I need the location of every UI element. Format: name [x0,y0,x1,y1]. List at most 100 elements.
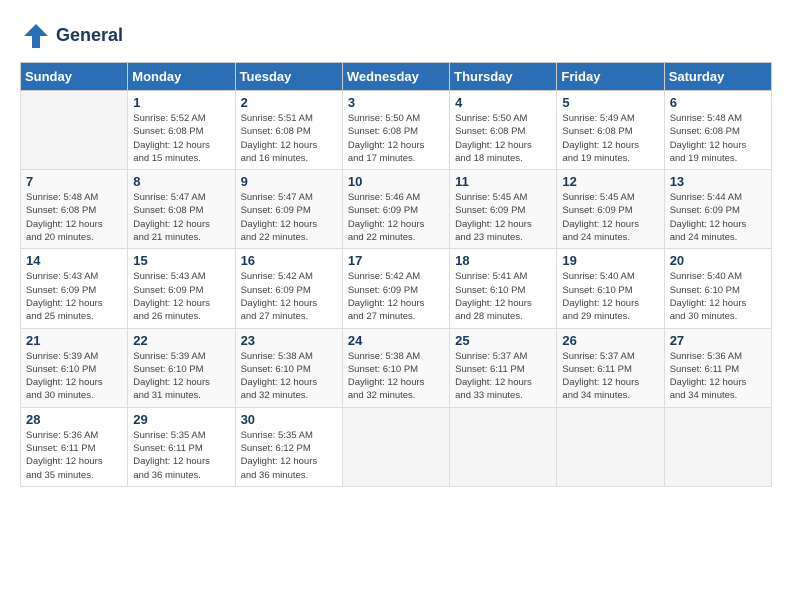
day-info: Sunrise: 5:39 AM Sunset: 6:10 PM Dayligh… [133,350,229,403]
calendar-cell: 24 Sunrise: 5:38 AM Sunset: 6:10 PM Dayli… [342,328,449,407]
day-number: 23 [241,333,337,348]
day-of-week-header: Wednesday [342,63,449,91]
day-info: Sunrise: 5:47 AM Sunset: 6:09 PM Dayligh… [241,191,337,244]
calendar-week-row: 7 Sunrise: 5:48 AM Sunset: 6:08 PM Daylig… [21,170,772,249]
calendar-header: SundayMondayTuesdayWednesdayThursdayFrid… [21,63,772,91]
calendar-cell: 4Sunrise: 5:50 AM Sunset: 6:08 PM Daylig… [450,91,557,170]
logo-icon [20,20,52,52]
calendar-cell: 1 Sunrise: 5:52 AM Sunset: 6:08 PM Daylig… [128,91,235,170]
calendar-cell: 11 Sunrise: 5:45 AM Sunset: 6:09 PM Dayli… [450,170,557,249]
calendar-cell: 3 Sunrise: 5:50 AM Sunset: 6:08 PM Daylig… [342,91,449,170]
day-number: 5 [562,95,658,110]
day-of-week-header: Tuesday [235,63,342,91]
day-info: Sunrise: 5:51 AM Sunset: 6:08 PM Dayligh… [241,112,337,165]
day-number: 25 [455,333,551,348]
calendar-cell [450,407,557,486]
day-info: Sunrise: 5:47 AM Sunset: 6:08 PM Dayligh… [133,191,229,244]
calendar-week-row: 1 Sunrise: 5:52 AM Sunset: 6:08 PM Daylig… [21,91,772,170]
day-number: 2 [241,95,337,110]
day-info: Sunrise: 5:43 AM Sunset: 6:09 PM Dayligh… [133,270,229,323]
day-info: Sunrise: 5:43 AM Sunset: 6:09 PM Dayligh… [26,270,122,323]
day-info: Sunrise: 5:52 AM Sunset: 6:08 PM Dayligh… [133,112,229,165]
logo: General [20,20,123,52]
page-header: General [20,20,772,52]
day-number: 4 [455,95,551,110]
day-info: Sunrise: 5:49 AM Sunset: 6:08 PM Dayligh… [562,112,658,165]
day-of-week-header: Monday [128,63,235,91]
calendar-cell: 16 Sunrise: 5:42 AM Sunset: 6:09 PM Dayli… [235,249,342,328]
day-info: Sunrise: 5:37 AM Sunset: 6:11 PM Dayligh… [562,350,658,403]
calendar-table: SundayMondayTuesdayWednesdayThursdayFrid… [20,62,772,487]
day-info: Sunrise: 5:36 AM Sunset: 6:11 PM Dayligh… [670,350,766,403]
day-info: Sunrise: 5:46 AM Sunset: 6:09 PM Dayligh… [348,191,444,244]
day-number: 24 [348,333,444,348]
day-number: 14 [26,253,122,268]
day-info: Sunrise: 5:50 AM Sunset: 6:08 PM Dayligh… [348,112,444,165]
calendar-cell: 12 Sunrise: 5:45 AM Sunset: 6:09 PM Dayli… [557,170,664,249]
day-number: 11 [455,174,551,189]
calendar-week-row: 21 Sunrise: 5:39 AM Sunset: 6:10 PM Dayli… [21,328,772,407]
day-number: 17 [348,253,444,268]
day-info: Sunrise: 5:40 AM Sunset: 6:10 PM Dayligh… [562,270,658,323]
day-number: 21 [26,333,122,348]
calendar-cell: 20 Sunrise: 5:40 AM Sunset: 6:10 PM Dayli… [664,249,771,328]
calendar-cell: 26 Sunrise: 5:37 AM Sunset: 6:11 PM Dayli… [557,328,664,407]
day-number: 15 [133,253,229,268]
calendar-body: 1 Sunrise: 5:52 AM Sunset: 6:08 PM Daylig… [21,91,772,487]
day-number: 19 [562,253,658,268]
calendar-cell: 30 Sunrise: 5:35 AM Sunset: 6:12 PM Dayli… [235,407,342,486]
day-number: 28 [26,412,122,427]
calendar-cell: 15 Sunrise: 5:43 AM Sunset: 6:09 PM Dayli… [128,249,235,328]
day-info: Sunrise: 5:38 AM Sunset: 6:10 PM Dayligh… [241,350,337,403]
calendar-cell: 6Sunrise: 5:48 AM Sunset: 6:08 PM Daylig… [664,91,771,170]
day-number: 27 [670,333,766,348]
calendar-cell: 2 Sunrise: 5:51 AM Sunset: 6:08 PM Daylig… [235,91,342,170]
calendar-cell [21,91,128,170]
day-number: 7 [26,174,122,189]
day-info: Sunrise: 5:45 AM Sunset: 6:09 PM Dayligh… [562,191,658,244]
calendar-cell: 23 Sunrise: 5:38 AM Sunset: 6:10 PM Dayli… [235,328,342,407]
day-number: 12 [562,174,658,189]
day-of-week-header: Sunday [21,63,128,91]
day-info: Sunrise: 5:36 AM Sunset: 6:11 PM Dayligh… [26,429,122,482]
day-number: 3 [348,95,444,110]
calendar-week-row: 28 Sunrise: 5:36 AM Sunset: 6:11 PM Dayli… [21,407,772,486]
day-number: 18 [455,253,551,268]
day-number: 16 [241,253,337,268]
day-info: Sunrise: 5:40 AM Sunset: 6:10 PM Dayligh… [670,270,766,323]
calendar-cell: 17 Sunrise: 5:42 AM Sunset: 6:09 PM Dayli… [342,249,449,328]
day-number: 1 [133,95,229,110]
day-info: Sunrise: 5:41 AM Sunset: 6:10 PM Dayligh… [455,270,551,323]
day-number: 10 [348,174,444,189]
day-info: Sunrise: 5:37 AM Sunset: 6:11 PM Dayligh… [455,350,551,403]
day-number: 13 [670,174,766,189]
day-number: 22 [133,333,229,348]
calendar-cell: 25 Sunrise: 5:37 AM Sunset: 6:11 PM Dayli… [450,328,557,407]
calendar-cell: 7 Sunrise: 5:48 AM Sunset: 6:08 PM Daylig… [21,170,128,249]
day-number: 30 [241,412,337,427]
day-info: Sunrise: 5:44 AM Sunset: 6:09 PM Dayligh… [670,191,766,244]
calendar-cell [342,407,449,486]
day-info: Sunrise: 5:38 AM Sunset: 6:10 PM Dayligh… [348,350,444,403]
calendar-cell: 22 Sunrise: 5:39 AM Sunset: 6:10 PM Dayli… [128,328,235,407]
day-number: 26 [562,333,658,348]
day-info: Sunrise: 5:35 AM Sunset: 6:12 PM Dayligh… [241,429,337,482]
calendar-cell: 13 Sunrise: 5:44 AM Sunset: 6:09 PM Dayli… [664,170,771,249]
day-info: Sunrise: 5:45 AM Sunset: 6:09 PM Dayligh… [455,191,551,244]
day-info: Sunrise: 5:42 AM Sunset: 6:09 PM Dayligh… [241,270,337,323]
day-number: 29 [133,412,229,427]
day-of-week-header: Thursday [450,63,557,91]
day-info: Sunrise: 5:42 AM Sunset: 6:09 PM Dayligh… [348,270,444,323]
day-number: 8 [133,174,229,189]
day-info: Sunrise: 5:48 AM Sunset: 6:08 PM Dayligh… [670,112,766,165]
header-row: SundayMondayTuesdayWednesdayThursdayFrid… [21,63,772,91]
calendar-cell: 5 Sunrise: 5:49 AM Sunset: 6:08 PM Daylig… [557,91,664,170]
day-of-week-header: Friday [557,63,664,91]
calendar-cell [557,407,664,486]
day-of-week-header: Saturday [664,63,771,91]
day-number: 20 [670,253,766,268]
calendar-cell: 10 Sunrise: 5:46 AM Sunset: 6:09 PM Dayli… [342,170,449,249]
calendar-cell: 19 Sunrise: 5:40 AM Sunset: 6:10 PM Dayli… [557,249,664,328]
calendar-cell: 28 Sunrise: 5:36 AM Sunset: 6:11 PM Dayli… [21,407,128,486]
day-info: Sunrise: 5:48 AM Sunset: 6:08 PM Dayligh… [26,191,122,244]
